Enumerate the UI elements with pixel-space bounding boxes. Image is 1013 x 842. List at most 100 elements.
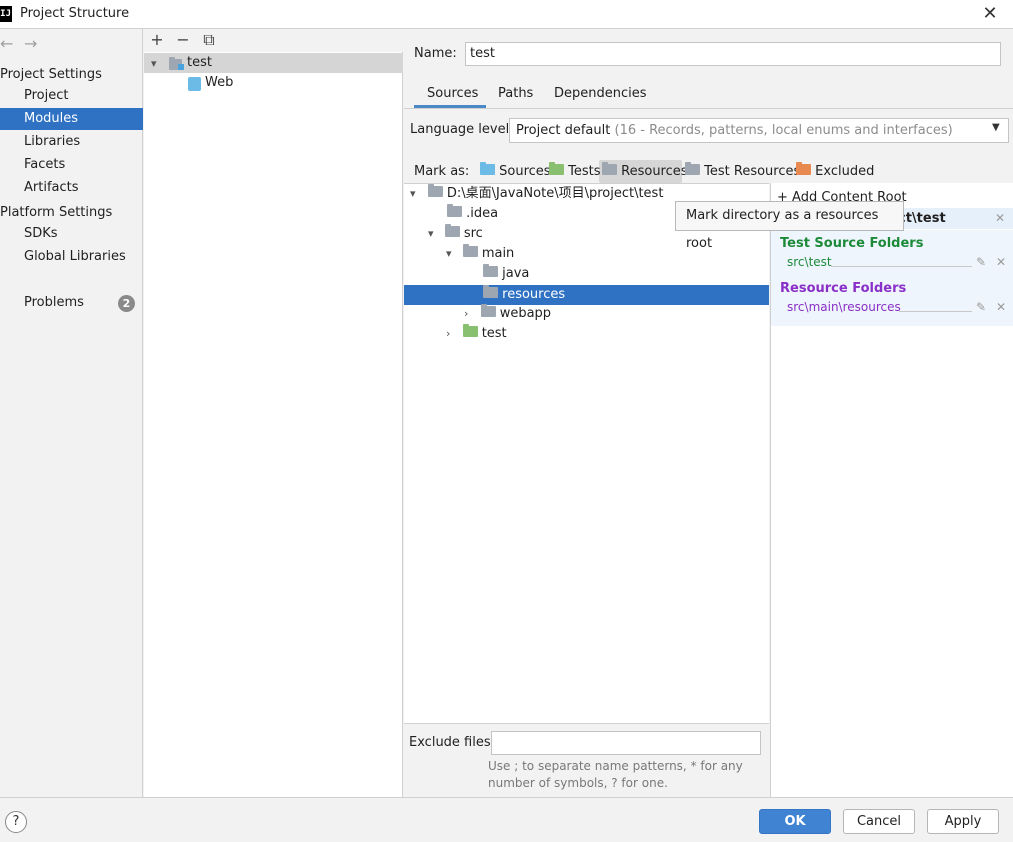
section-project-settings: Project Settings	[0, 67, 102, 82]
name-label: Name:	[414, 46, 457, 61]
exclude-files-hint: Use ; to separate name patterns, * for a…	[488, 758, 758, 792]
tree-label-test: test	[481, 326, 507, 341]
tree-root-path: D:\桌面\JavaNote\项目\project\test	[446, 186, 664, 201]
sidebar-item-facets[interactable]: Facets	[0, 154, 143, 176]
dropdown-caret-icon[interactable]: ▼	[992, 122, 1000, 133]
ok-button[interactable]: OK	[759, 809, 831, 834]
test-folder-icon	[462, 324, 478, 337]
chevron-down-icon[interactable]: ▾	[428, 227, 434, 240]
exclude-files-input[interactable]	[491, 731, 761, 755]
copy-module-icon[interactable]: ⧉	[201, 31, 217, 49]
folder-icon	[462, 244, 478, 257]
test-resources-folder-icon	[685, 162, 700, 175]
resource-folders-title: Resource Folders	[780, 281, 907, 296]
forward-arrow-icon[interactable]: →	[24, 34, 37, 53]
language-level-label: Language level:	[410, 122, 514, 137]
chevron-right-icon[interactable]: ›	[464, 307, 468, 320]
window-title: Project Structure	[20, 6, 130, 21]
module-name-test: test	[187, 55, 212, 70]
facet-name-web[interactable]: Web	[205, 75, 233, 90]
remove-root-icon[interactable]: ✕	[995, 211, 1005, 225]
folder-icon	[444, 224, 460, 237]
section-platform-settings: Platform Settings	[0, 205, 113, 220]
mark-resources-tooltip: Mark directory as a resources root	[675, 201, 904, 251]
language-level-select[interactable]: Project default (16 - Records, patterns,…	[509, 118, 1009, 143]
exclude-hint-line2: number of symbols, ? for one.	[488, 776, 668, 790]
tabs-divider	[404, 108, 1013, 109]
tree-label-idea: .idea	[466, 206, 499, 221]
language-level-value: Project default	[516, 123, 611, 138]
tree-row-main[interactable]: ▾ main	[446, 244, 514, 264]
tree-label-java: java	[502, 266, 530, 281]
remove-folder-icon[interactable]: ✕	[996, 255, 1006, 269]
resources-folder-icon	[483, 285, 498, 298]
cancel-button[interactable]: Cancel	[843, 809, 915, 834]
chevron-down-icon[interactable]: ▾	[446, 247, 452, 260]
help-button[interactable]: ?	[5, 811, 27, 833]
folder-icon	[480, 304, 496, 317]
tree-row-java[interactable]: java	[483, 264, 529, 284]
mark-excluded-label: Excluded	[815, 164, 875, 179]
module-tree-panel	[144, 29, 403, 797]
tree-label-src: src	[463, 226, 483, 241]
mark-excluded-button[interactable]: Excluded	[796, 161, 874, 183]
chevron-down-icon[interactable]: ▾	[410, 187, 416, 200]
web-facet-icon	[188, 77, 201, 91]
mark-as-label: Mark as:	[414, 164, 470, 179]
tree-label-webapp: webapp	[499, 306, 552, 321]
module-tree-row-test[interactable]	[144, 53, 403, 73]
title-bar	[0, 0, 1013, 29]
tree-row-webapp[interactable]: › webapp	[464, 304, 551, 324]
resource-folder-path[interactable]: src\main\resources	[787, 300, 901, 314]
folder-icon	[427, 184, 443, 197]
content-root-path: ct\test	[898, 211, 946, 226]
module-marker-icon	[178, 64, 184, 70]
close-button[interactable]: ✕	[979, 3, 1001, 25]
mark-sources-button[interactable]: Sources	[480, 161, 551, 183]
edit-pencil-icon[interactable]: ✎	[976, 300, 986, 314]
tree-label-main: main	[481, 246, 515, 261]
mark-test-resources-button[interactable]: Test Resources	[685, 161, 800, 183]
sidebar-item-project[interactable]: Project	[0, 85, 143, 107]
problems-count-badge: 2	[118, 295, 135, 312]
sidebar-item-global-libraries[interactable]: Global Libraries	[0, 246, 143, 268]
sidebar-item-modules[interactable]: Modules	[0, 108, 143, 130]
mark-resources-label: Resources	[621, 164, 688, 179]
back-arrow-icon[interactable]: ←	[0, 34, 13, 53]
tree-label-resources: resources	[502, 287, 566, 302]
tree-row-resources[interactable]: resources	[483, 285, 565, 305]
mark-tests-button[interactable]: Tests	[549, 161, 601, 183]
path-underline	[899, 311, 972, 312]
chevron-down-icon[interactable]: ▾	[151, 57, 157, 70]
tree-row-src[interactable]: ▾ src	[428, 224, 483, 244]
chevron-right-icon[interactable]: ›	[446, 327, 450, 340]
tab-dependencies[interactable]: Dependencies	[554, 86, 647, 101]
tab-paths[interactable]: Paths	[498, 86, 533, 101]
mark-resources-button[interactable]: Resources	[602, 161, 688, 183]
tree-row-selected[interactable]	[404, 285, 769, 305]
tree-row-test[interactable]: › test	[446, 324, 507, 344]
test-source-path[interactable]: src\test	[787, 255, 832, 269]
sidebar-item-sdks[interactable]: SDKs	[0, 223, 143, 245]
edit-pencil-icon[interactable]: ✎	[976, 255, 986, 269]
tree-row-root[interactable]: ▾ D:\桌面\JavaNote\项目\project\test	[410, 184, 663, 204]
exclude-hint-line1: Use ; to separate name patterns, * for a…	[488, 759, 743, 773]
module-name-input[interactable]: test	[465, 42, 1001, 66]
mark-tests-label: Tests	[568, 164, 601, 179]
remove-module-icon[interactable]: −	[175, 31, 191, 49]
resources-folder-icon	[602, 162, 617, 175]
tree-row-idea[interactable]: .idea	[447, 204, 498, 224]
excluded-folder-icon	[796, 162, 811, 175]
add-module-icon[interactable]: +	[149, 31, 165, 49]
test-source-folders-title: Test Source Folders	[780, 236, 924, 251]
tab-sources[interactable]: Sources	[427, 86, 478, 101]
apply-button[interactable]: Apply	[927, 809, 999, 834]
sidebar-item-artifacts[interactable]: Artifacts	[0, 177, 143, 199]
intellij-app-icon: IJ	[0, 6, 12, 22]
sidebar-item-libraries[interactable]: Libraries	[0, 131, 143, 153]
tests-folder-icon	[549, 162, 564, 175]
folder-icon	[447, 204, 462, 217]
directory-tree	[404, 183, 769, 723]
folder-icon	[483, 264, 498, 277]
remove-folder-icon[interactable]: ✕	[996, 300, 1006, 314]
